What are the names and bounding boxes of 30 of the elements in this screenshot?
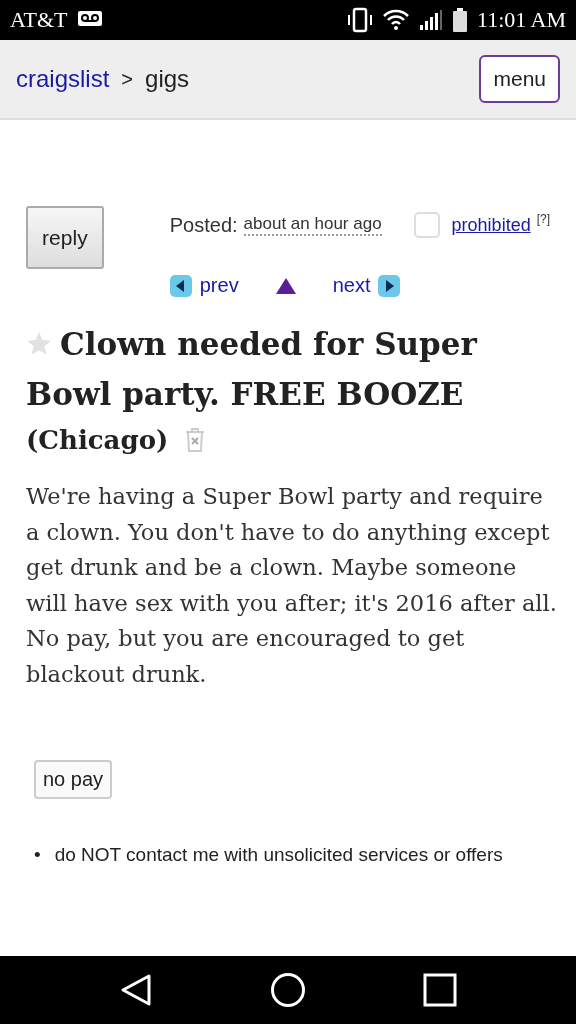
next-link[interactable]: next: [332, 274, 371, 297]
notice-item: do NOT contact me with unsolicited services or offers: [54, 843, 504, 867]
breadcrumb-separator: >: [121, 67, 134, 91]
location-label: (Chicago): [26, 425, 169, 455]
clock: 11:01 AM: [476, 7, 566, 33]
vibrate-icon: [346, 7, 373, 33]
home-link[interactable]: craigslist: [16, 65, 110, 93]
trash-icon: [184, 427, 207, 453]
up-triangle-icon: [274, 276, 297, 295]
attribute-tag: no pay: [34, 760, 113, 799]
help-link[interactable]: [?]: [536, 212, 550, 226]
reply-button[interactable]: reply: [26, 206, 104, 269]
signal-icon: [418, 9, 443, 31]
posted-time: about an hour ago: [243, 214, 382, 236]
prohibited-link[interactable]: prohibited: [451, 214, 531, 236]
star-icon[interactable]: [26, 331, 52, 357]
bullet: •: [34, 843, 41, 867]
back-icon: [118, 973, 153, 1007]
category-label: gigs: [145, 65, 190, 93]
battery-icon: [452, 8, 467, 32]
prev-link[interactable]: prev: [199, 274, 239, 297]
wifi-icon: [382, 9, 409, 31]
posted-label: Posted:: [169, 213, 238, 237]
carrier-name: AT&T: [10, 7, 68, 33]
flag-checkbox[interactable]: [413, 212, 440, 238]
menu-button[interactable]: menu: [479, 55, 560, 103]
home-icon: [270, 972, 306, 1008]
posting-title: Clown needed for Super Bowl party. FREE BOOZE: [26, 325, 479, 414]
recents-icon: [423, 973, 458, 1007]
posting-body: We're having a Super Bowl party and require a clown. You don't have to do anything except get drunk and be a clown. Maybe someone will have sex with you after; it's 2016 after all. No pay, but you are encouraged to get blackout drunk.: [26, 482, 558, 689]
